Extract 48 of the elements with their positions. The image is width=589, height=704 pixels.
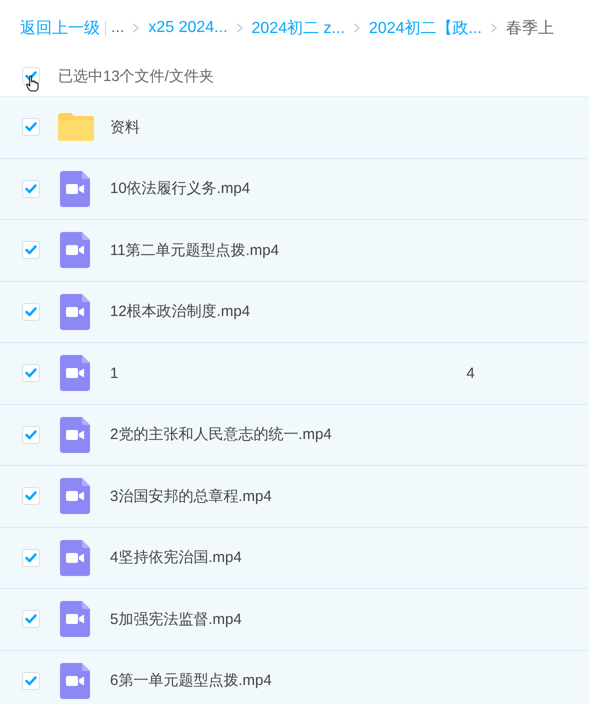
checkbox[interactable]	[22, 672, 40, 690]
chevron-icon	[236, 23, 244, 33]
checkbox[interactable]	[22, 118, 40, 136]
file-name: 10依法履行义务.mp4	[110, 179, 250, 198]
video-file-icon	[60, 170, 90, 207]
file-row[interactable]: 4坚持依宪治国.mp4	[0, 528, 589, 589]
checkbox[interactable]	[22, 487, 40, 506]
video-file-icon	[60, 232, 90, 268]
file-name: 4坚持依宪治国.mp4	[110, 548, 242, 568]
checkbox[interactable]	[22, 610, 40, 628]
video-file-icon	[60, 355, 90, 392]
file-name: 12根本政治制度.mp4	[110, 302, 250, 322]
video-file-icon	[60, 601, 90, 638]
chevron-icon	[352, 23, 361, 33]
video-file-icon	[60, 540, 90, 576]
video-file-icon	[60, 478, 90, 514]
file-name: 6第一单元题型点拨.mp4	[110, 671, 272, 690]
file-name: 3治国安邦的总章程.mp4	[110, 486, 272, 506]
file-name: 资料	[110, 118, 140, 137]
file-row[interactable]: 11第二单元题型点拨.mp4	[0, 220, 589, 282]
checkbox[interactable]	[22, 364, 40, 382]
chevron-icon	[132, 23, 140, 33]
checkbox[interactable]	[22, 241, 40, 260]
video-file-icon	[60, 416, 90, 453]
checkbox[interactable]	[22, 180, 40, 198]
file-row[interactable]: 2党的主张和人民意志的统一.mp4	[0, 404, 589, 466]
checkbox[interactable]	[22, 426, 40, 444]
video-file-icon	[60, 294, 90, 330]
file-row[interactable]: 5加强宪法监督.mp4	[0, 589, 589, 650]
chevron-icon	[490, 23, 498, 33]
file-name: 11第二单元题型点拨.mp4	[110, 240, 279, 260]
file-row[interactable]: 6第一单元题型点拨.mp4	[0, 650, 589, 704]
file-name: 5加强宪法监督.mp4	[110, 610, 242, 629]
file-row[interactable]: 资料	[0, 97, 589, 158]
file-row[interactable]: 10依法履行义务.mp4	[0, 158, 589, 220]
file-name: 2党的主张和人民意志的统一.mp4	[110, 425, 332, 444]
video-file-icon	[60, 662, 90, 699]
breadcrumb-text: 春季上	[506, 18, 554, 38]
hand-cursor-icon	[26, 75, 39, 92]
file-name: 4	[466, 364, 475, 382]
selection-count: 已选中13个文件/文件夹	[58, 66, 214, 86]
breadcrumb-text: ...	[111, 19, 124, 37]
file-row[interactable]: 3治国安邦的总章程.mp4	[0, 466, 589, 528]
checkbox[interactable]	[22, 548, 40, 567]
file-name: 1	[110, 364, 118, 382]
file-row[interactable]: 1 4	[0, 343, 589, 404]
checkbox[interactable]	[22, 302, 40, 321]
file-row[interactable]: 12根本政治制度.mp4	[0, 282, 589, 343]
